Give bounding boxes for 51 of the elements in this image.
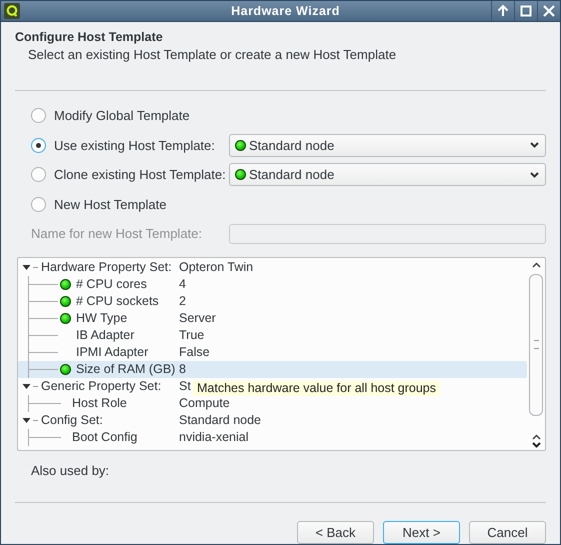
selected-tree-row[interactable]: Size of RAM (GB) 8 — [18, 360, 527, 378]
property-value: nvidia-xenial — [179, 430, 248, 444]
page-title: Configure Host Template — [15, 30, 164, 44]
radio-option[interactable]: Clone existing Host Template: — [31, 167, 229, 182]
page-subtitle: Select an existing Host Template or create a new Host Template — [27, 47, 398, 62]
property-name: Config Set: — [41, 413, 103, 427]
property-name: Boot Config — [72, 430, 138, 444]
expanded-arrow-icon[interactable] — [22, 264, 31, 270]
property-name: Generic Property Set: — [41, 379, 162, 393]
also-used-label: Also used by: — [31, 462, 110, 478]
scroll-up-icon[interactable] — [532, 434, 540, 440]
property-value: Compute — [179, 396, 230, 410]
property-value: 4 — [179, 277, 186, 291]
radio-button[interactable] — [31, 138, 46, 153]
property-value: St — [179, 379, 191, 393]
window-title: Hardware Wizard — [230, 4, 341, 18]
property-name: # CPU cores — [76, 277, 147, 291]
scroll-down-icon[interactable] — [532, 442, 540, 448]
property-value: False — [179, 345, 210, 359]
radio-option[interactable]: Modify Global Template — [31, 108, 229, 124]
property-value: Opteron Twin — [179, 260, 254, 274]
dialog-button[interactable]: Next > — [383, 520, 460, 544]
field-label: Name for new Host Template: — [31, 226, 203, 242]
property-name: Hardware Property Set: — [41, 260, 172, 274]
property-name: Host Role — [72, 396, 127, 410]
tooltip: Matches hardware value for all host groups — [193, 380, 440, 396]
caret-icon — [530, 142, 539, 148]
radio-button[interactable] — [31, 196, 46, 212]
expanded-arrow-icon[interactable] — [22, 382, 31, 390]
property-value: Server — [179, 311, 216, 325]
property-name: HW Type — [76, 311, 128, 325]
property-value: 2 — [179, 294, 186, 308]
template-dropdown[interactable]: Standard node — [229, 163, 546, 186]
property-value: 8 — [179, 362, 186, 376]
radio-option[interactable]: Use existing Host Template: — [31, 138, 229, 153]
property-name: # CPU sockets — [76, 294, 159, 308]
property-name: IPMI Adapter — [76, 345, 148, 359]
template-dropdown[interactable]: Standard node — [229, 134, 546, 157]
dialog-button[interactable]: < Back — [297, 520, 374, 544]
caret-icon — [530, 172, 539, 178]
expanded-arrow-icon[interactable] — [22, 416, 31, 424]
app-logo-icon — [4, 3, 20, 19]
scroll-up-icon[interactable] — [532, 262, 540, 268]
property-name: Size of RAM (GB) — [76, 362, 176, 376]
property-value: Standard node — [179, 413, 262, 427]
radio-button[interactable] — [31, 167, 46, 182]
dialog-button[interactable]: Cancel — [469, 520, 546, 544]
radio-button[interactable] — [31, 108, 46, 124]
property-name: IB Adapter — [76, 328, 134, 342]
radio-option[interactable]: New Host Template — [31, 196, 229, 212]
property-value: True — [179, 328, 204, 342]
